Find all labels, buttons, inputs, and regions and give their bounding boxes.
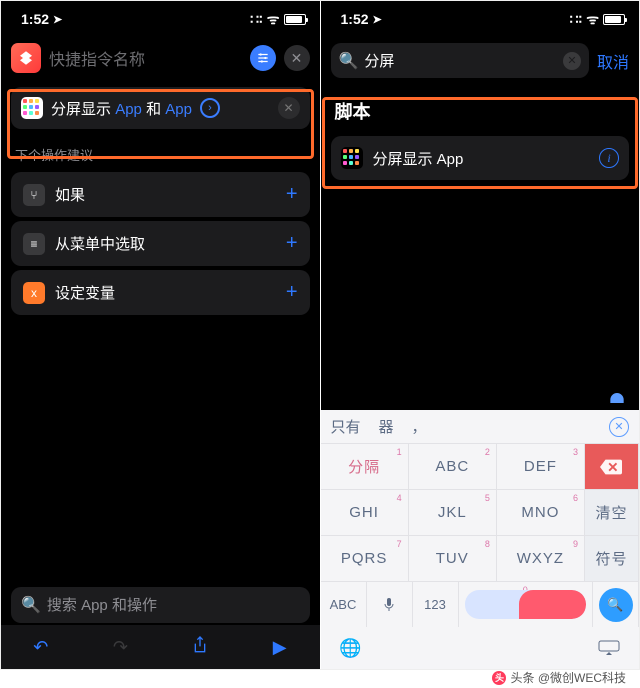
shortcut-name-field[interactable]: 快捷指令名称 bbox=[49, 46, 242, 70]
plus-icon[interactable]: + bbox=[286, 281, 298, 304]
search-input[interactable] bbox=[47, 597, 300, 614]
shortcut-header: 快捷指令名称 ✕ bbox=[1, 37, 320, 79]
search-icon: 🔍 bbox=[339, 51, 359, 71]
redo-button[interactable]: ↷ bbox=[100, 637, 140, 658]
close-candidates-icon[interactable]: ✕ bbox=[609, 417, 629, 437]
list-icon: ≡ bbox=[23, 233, 45, 255]
key-delete[interactable] bbox=[585, 443, 639, 489]
key-search[interactable]: 🔍 bbox=[593, 581, 639, 627]
key-6[interactable]: 6MNO bbox=[497, 489, 585, 535]
clear-icon[interactable]: ✕ bbox=[563, 52, 581, 70]
key-keyboard-toggle[interactable] bbox=[579, 627, 639, 669]
key-2[interactable]: 2ABC bbox=[409, 443, 497, 489]
key-mic[interactable] bbox=[367, 581, 413, 627]
key-globe[interactable]: 🌐 bbox=[321, 627, 381, 669]
variable-icon: x bbox=[23, 282, 45, 304]
search-text[interactable]: 分屏 bbox=[364, 50, 557, 71]
status-bar: 1:52 ➤ ∷∶ᯤ bbox=[321, 1, 640, 37]
search-bar[interactable]: 🔍 bbox=[11, 587, 310, 623]
key-spacebar-area[interactable] bbox=[381, 627, 580, 669]
toutiao-icon: 头 bbox=[492, 671, 506, 685]
location-icon: ➤ bbox=[373, 13, 382, 26]
status-right: ∷∶ᯤ bbox=[570, 10, 625, 29]
left-screenshot: 1:52 ➤ ∷∶ ᯤ 快捷指令名称 ✕ 分屏显示 App 和 App bbox=[1, 1, 320, 669]
key-4[interactable]: 4GHI bbox=[321, 489, 409, 535]
key-clear[interactable]: 清空 bbox=[585, 489, 639, 535]
result-split-screen[interactable]: 分屏显示 App i bbox=[331, 136, 630, 180]
suggestion-setvar[interactable]: x 设定变量 + bbox=[11, 270, 310, 315]
status-time: 1:52 bbox=[341, 11, 369, 27]
key-abc[interactable]: ABC bbox=[321, 581, 367, 627]
grid-icon bbox=[21, 97, 43, 119]
category-label: 脚本 bbox=[321, 84, 640, 132]
candidate[interactable]: 只有 bbox=[331, 416, 361, 437]
candidate-bar: 只有 器 ， ✕ bbox=[321, 410, 640, 443]
status-bar: 1:52 ➤ ∷∶ ᯤ bbox=[1, 1, 320, 37]
key-8[interactable]: 8TUV bbox=[409, 535, 497, 581]
search-header: 🔍 分屏 ✕ 取消 bbox=[321, 37, 640, 84]
result-label: 分屏显示 App bbox=[373, 148, 590, 169]
keyboard: 只有 器 ， ✕ 1分隔 2ABC 3DEF 4GHI 5JKL 6MNO 清空… bbox=[321, 410, 640, 669]
suggestion-if[interactable]: ⑂ 如果 + bbox=[11, 172, 310, 217]
settings-button[interactable] bbox=[250, 45, 276, 71]
status-right: ∷∶ ᯤ bbox=[250, 10, 305, 29]
caption: 头 头条 @微创WEC科技 bbox=[492, 669, 626, 686]
suggestions-label: 下个操作建议 bbox=[1, 137, 320, 168]
branch-icon: ⑂ bbox=[23, 184, 45, 206]
right-screenshot: 1:52 ➤ ∷∶ᯤ 🔍 分屏 ✕ 取消 脚本 分屏显示 App i 只有 bbox=[321, 1, 640, 669]
undo-button[interactable]: ↶ bbox=[21, 637, 61, 658]
run-button[interactable]: ▶ bbox=[260, 637, 300, 658]
shortcuts-app-icon bbox=[11, 43, 41, 73]
plus-icon[interactable]: + bbox=[286, 183, 298, 206]
share-button[interactable] bbox=[180, 635, 220, 660]
key-5[interactable]: 5JKL bbox=[409, 489, 497, 535]
location-icon: ➤ bbox=[53, 13, 62, 26]
search-box[interactable]: 🔍 分屏 ✕ bbox=[331, 43, 589, 78]
key-3[interactable]: 3DEF bbox=[497, 443, 585, 489]
key-9[interactable]: 9WXYZ bbox=[497, 535, 585, 581]
key-7[interactable]: 7PQRS bbox=[321, 535, 409, 581]
key-symbols[interactable]: 符号 bbox=[585, 535, 639, 581]
key-123[interactable]: 123 bbox=[413, 581, 459, 627]
suggestion-menu[interactable]: ≡ 从菜单中选取 + bbox=[11, 221, 310, 266]
cancel-button[interactable]: 取消 bbox=[597, 49, 629, 73]
action-split-screen[interactable]: 分屏显示 App 和 App › ✕ bbox=[11, 87, 310, 129]
key-1[interactable]: 1分隔 bbox=[321, 443, 409, 489]
key-space[interactable]: 0 bbox=[459, 581, 594, 627]
grid-icon bbox=[341, 147, 363, 169]
action-text: 分屏显示 App 和 App bbox=[51, 98, 192, 119]
search-icon: 🔍 bbox=[599, 588, 633, 622]
bottom-toolbar: ↶ ↷ ▶ bbox=[1, 625, 320, 669]
search-icon: 🔍 bbox=[21, 595, 41, 615]
expand-icon[interactable]: › bbox=[200, 98, 220, 118]
close-button[interactable]: ✕ bbox=[284, 45, 310, 71]
delete-action-button[interactable]: ✕ bbox=[278, 97, 300, 119]
assistant-icon bbox=[607, 388, 627, 408]
info-icon[interactable]: i bbox=[599, 148, 619, 168]
plus-icon[interactable]: + bbox=[286, 232, 298, 255]
candidate[interactable]: 器 bbox=[379, 416, 394, 437]
status-time: 1:52 bbox=[21, 11, 49, 27]
candidate[interactable]: ， bbox=[412, 416, 427, 437]
